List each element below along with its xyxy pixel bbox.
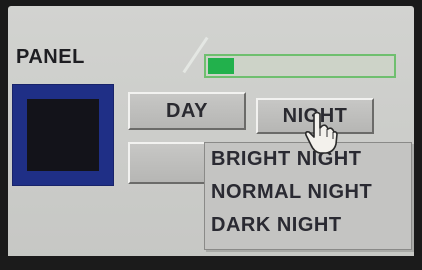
control-screen: PANEL DAY NIGHT S BRIGHT NIGHT NORMAL NI… — [8, 6, 414, 264]
screen-bezel-bottom — [0, 256, 422, 270]
level-bar-fill — [208, 58, 234, 74]
menu-item-normal-night[interactable]: NORMAL NIGHT — [205, 176, 411, 209]
level-bar[interactable] — [204, 54, 396, 78]
night-mode-dropdown: BRIGHT NIGHT NORMAL NIGHT DARK NIGHT — [204, 142, 412, 250]
panel-color-swatch[interactable] — [12, 84, 114, 186]
panel-swatch-inner — [27, 99, 99, 171]
panel-label: PANEL — [16, 46, 85, 68]
hand-pointer-icon — [305, 111, 338, 154]
day-button[interactable]: DAY — [128, 92, 246, 130]
menu-item-dark-night[interactable]: DARK NIGHT — [205, 209, 411, 242]
